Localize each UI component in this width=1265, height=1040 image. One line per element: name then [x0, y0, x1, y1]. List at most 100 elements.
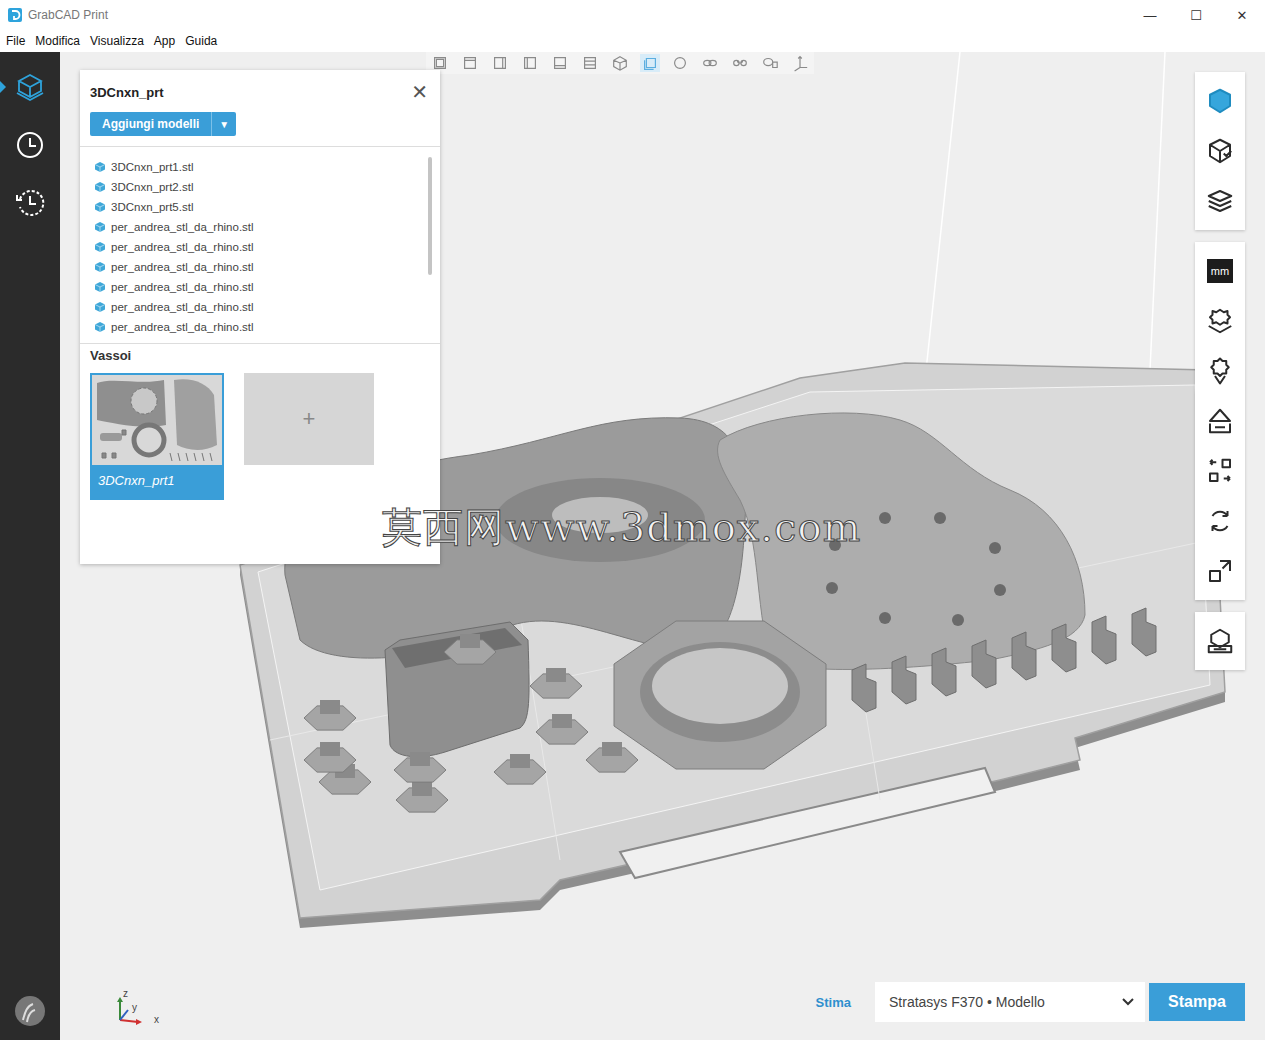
toolbar-button[interactable]: [1195, 346, 1245, 396]
model-cube-icon: [94, 221, 106, 233]
tool-icon: [1205, 186, 1235, 216]
estimate-link[interactable]: Stima: [816, 995, 851, 1010]
add-models-row: Aggiungi modelli ▼: [80, 108, 440, 147]
view-tool-icon[interactable]: [490, 54, 510, 72]
sidebar-item[interactable]: [0, 184, 60, 222]
menu-item[interactable]: Guida: [185, 34, 217, 48]
sidebar-item[interactable]: [0, 68, 60, 106]
add-models-label: Aggiungi modelli: [90, 112, 211, 136]
view-tool-icon[interactable]: [730, 54, 750, 72]
scrollbar[interactable]: [428, 157, 432, 337]
3d-viewport[interactable]: 3DCnxn_prt ✕ Aggiungi modelli ▼ 3DCnxn_p…: [60, 52, 1265, 1040]
toolbar-button[interactable]: [1195, 616, 1245, 666]
print-button[interactable]: Stampa: [1149, 983, 1245, 1021]
model-row[interactable]: per_andrea_stl_da_rhino.stl: [94, 317, 428, 337]
toolbar-button[interactable]: [1195, 76, 1245, 126]
view-tool-icon[interactable]: [640, 54, 660, 72]
plate-hole: [879, 512, 891, 524]
menu-item[interactable]: Visualizza: [90, 34, 144, 48]
model-clip[interactable]: [1012, 632, 1036, 680]
menu-item[interactable]: File: [6, 34, 25, 48]
guide-line: [925, 52, 960, 380]
tray-card[interactable]: 3DCnxn_prt1: [90, 373, 224, 500]
toolbar-button[interactable]: [1195, 296, 1245, 346]
scrollbar-thumb[interactable]: [428, 157, 432, 275]
model-cube-icon: [94, 201, 106, 213]
model-clip[interactable]: [852, 664, 876, 712]
window-control-button[interactable]: —: [1127, 0, 1173, 30]
right-toolbar: mm: [1195, 72, 1245, 670]
sidebar-items: [0, 68, 60, 222]
tray-handle: [620, 768, 995, 878]
small-part-block: [460, 634, 480, 648]
close-button[interactable]: ✕: [411, 80, 428, 104]
small-part-block: [320, 742, 340, 756]
model-clip[interactable]: [972, 640, 996, 688]
grabcad-logo-icon: [8, 8, 22, 22]
add-tray-button[interactable]: +: [244, 373, 374, 465]
printer-select[interactable]: Stratasys F370 • Modello: [875, 982, 1145, 1022]
add-tray-plus: +: [303, 406, 316, 432]
window-control-button[interactable]: ✕: [1219, 0, 1265, 30]
model-cup[interactable]: [385, 622, 529, 757]
model-row[interactable]: per_andrea_stl_da_rhino.stl: [94, 297, 428, 317]
model-clip[interactable]: [1092, 616, 1116, 664]
model-name: 3DCnxn_prt5.stl: [111, 201, 193, 213]
model-cube-icon: [94, 161, 106, 173]
add-models-button[interactable]: Aggiungi modelli ▼: [90, 112, 236, 136]
model-row[interactable]: per_andrea_stl_da_rhino.stl: [94, 217, 428, 237]
view-tool-icon[interactable]: [670, 54, 690, 72]
title-bar: GrabCAD Print —☐✕: [0, 0, 1265, 30]
model-clip[interactable]: [1052, 624, 1076, 672]
add-models-dropdown[interactable]: ▼: [211, 112, 236, 136]
user-avatar[interactable]: [15, 996, 45, 1026]
model-clip[interactable]: [1132, 608, 1156, 656]
model-list: 3DCnxn_prt1.stl 3DCnxn_prt2.stl 3DCnxn_p…: [80, 147, 440, 344]
plate-hole: [994, 584, 1006, 596]
view-tool-icon[interactable]: [580, 54, 600, 72]
view-tool-icon[interactable]: [460, 54, 480, 72]
plate-hole: [934, 512, 946, 524]
toolbar-button[interactable]: mm: [1195, 246, 1245, 296]
octagon-ring-hole: [652, 648, 788, 724]
tray-cube-icon: [14, 71, 46, 103]
tool-icon: [1205, 86, 1235, 116]
toolbar-button[interactable]: [1195, 546, 1245, 596]
menu-item[interactable]: App: [154, 34, 175, 48]
small-part-block: [552, 714, 572, 728]
model-row[interactable]: 3DCnxn_prt5.stl: [94, 197, 428, 217]
tool-icon: [1205, 306, 1235, 336]
model-name: per_andrea_stl_da_rhino.stl: [111, 321, 254, 333]
plate-hole: [952, 614, 964, 626]
model-name: per_andrea_stl_da_rhino.stl: [111, 261, 254, 273]
view-tool-icon[interactable]: [610, 54, 630, 72]
toolbar-button[interactable]: [1195, 126, 1245, 176]
axis-y-label: y: [132, 1002, 137, 1013]
toolbar-button[interactable]: [1195, 176, 1245, 226]
clock-icon: [14, 129, 46, 161]
model-row[interactable]: per_andrea_stl_da_rhino.stl: [94, 237, 428, 257]
toolbar-button[interactable]: [1195, 496, 1245, 546]
view-tool-icon[interactable]: [550, 54, 570, 72]
view-tool-icon[interactable]: [700, 54, 720, 72]
menu-item[interactable]: Modifica: [35, 34, 80, 48]
model-row[interactable]: per_andrea_stl_da_rhino.stl: [94, 277, 428, 297]
menu-bar: File Modifica Visualizza App Guida: [0, 30, 1265, 52]
toolbar-group: [1195, 72, 1245, 230]
octagon-ring-wall: [640, 642, 800, 742]
sidebar-item[interactable]: [0, 126, 60, 164]
model-octagon-ring[interactable]: [614, 621, 826, 769]
view-tool-icon[interactable]: [520, 54, 540, 72]
view-tool-icon[interactable]: [760, 54, 780, 72]
model-row[interactable]: per_andrea_stl_da_rhino.stl: [94, 257, 428, 277]
model-cube-icon: [94, 241, 106, 253]
view-tool-icon[interactable]: [790, 54, 810, 72]
toolbar-button[interactable]: [1195, 446, 1245, 496]
model-clip[interactable]: [932, 648, 956, 696]
window-control-button[interactable]: ☐: [1173, 0, 1219, 30]
toolbar-button[interactable]: [1195, 396, 1245, 446]
model-row[interactable]: 3DCnxn_prt2.stl: [94, 177, 428, 197]
model-row[interactable]: 3DCnxn_prt1.stl: [94, 157, 428, 177]
window-controls: —☐✕: [1127, 0, 1265, 30]
model-clip[interactable]: [892, 656, 916, 704]
